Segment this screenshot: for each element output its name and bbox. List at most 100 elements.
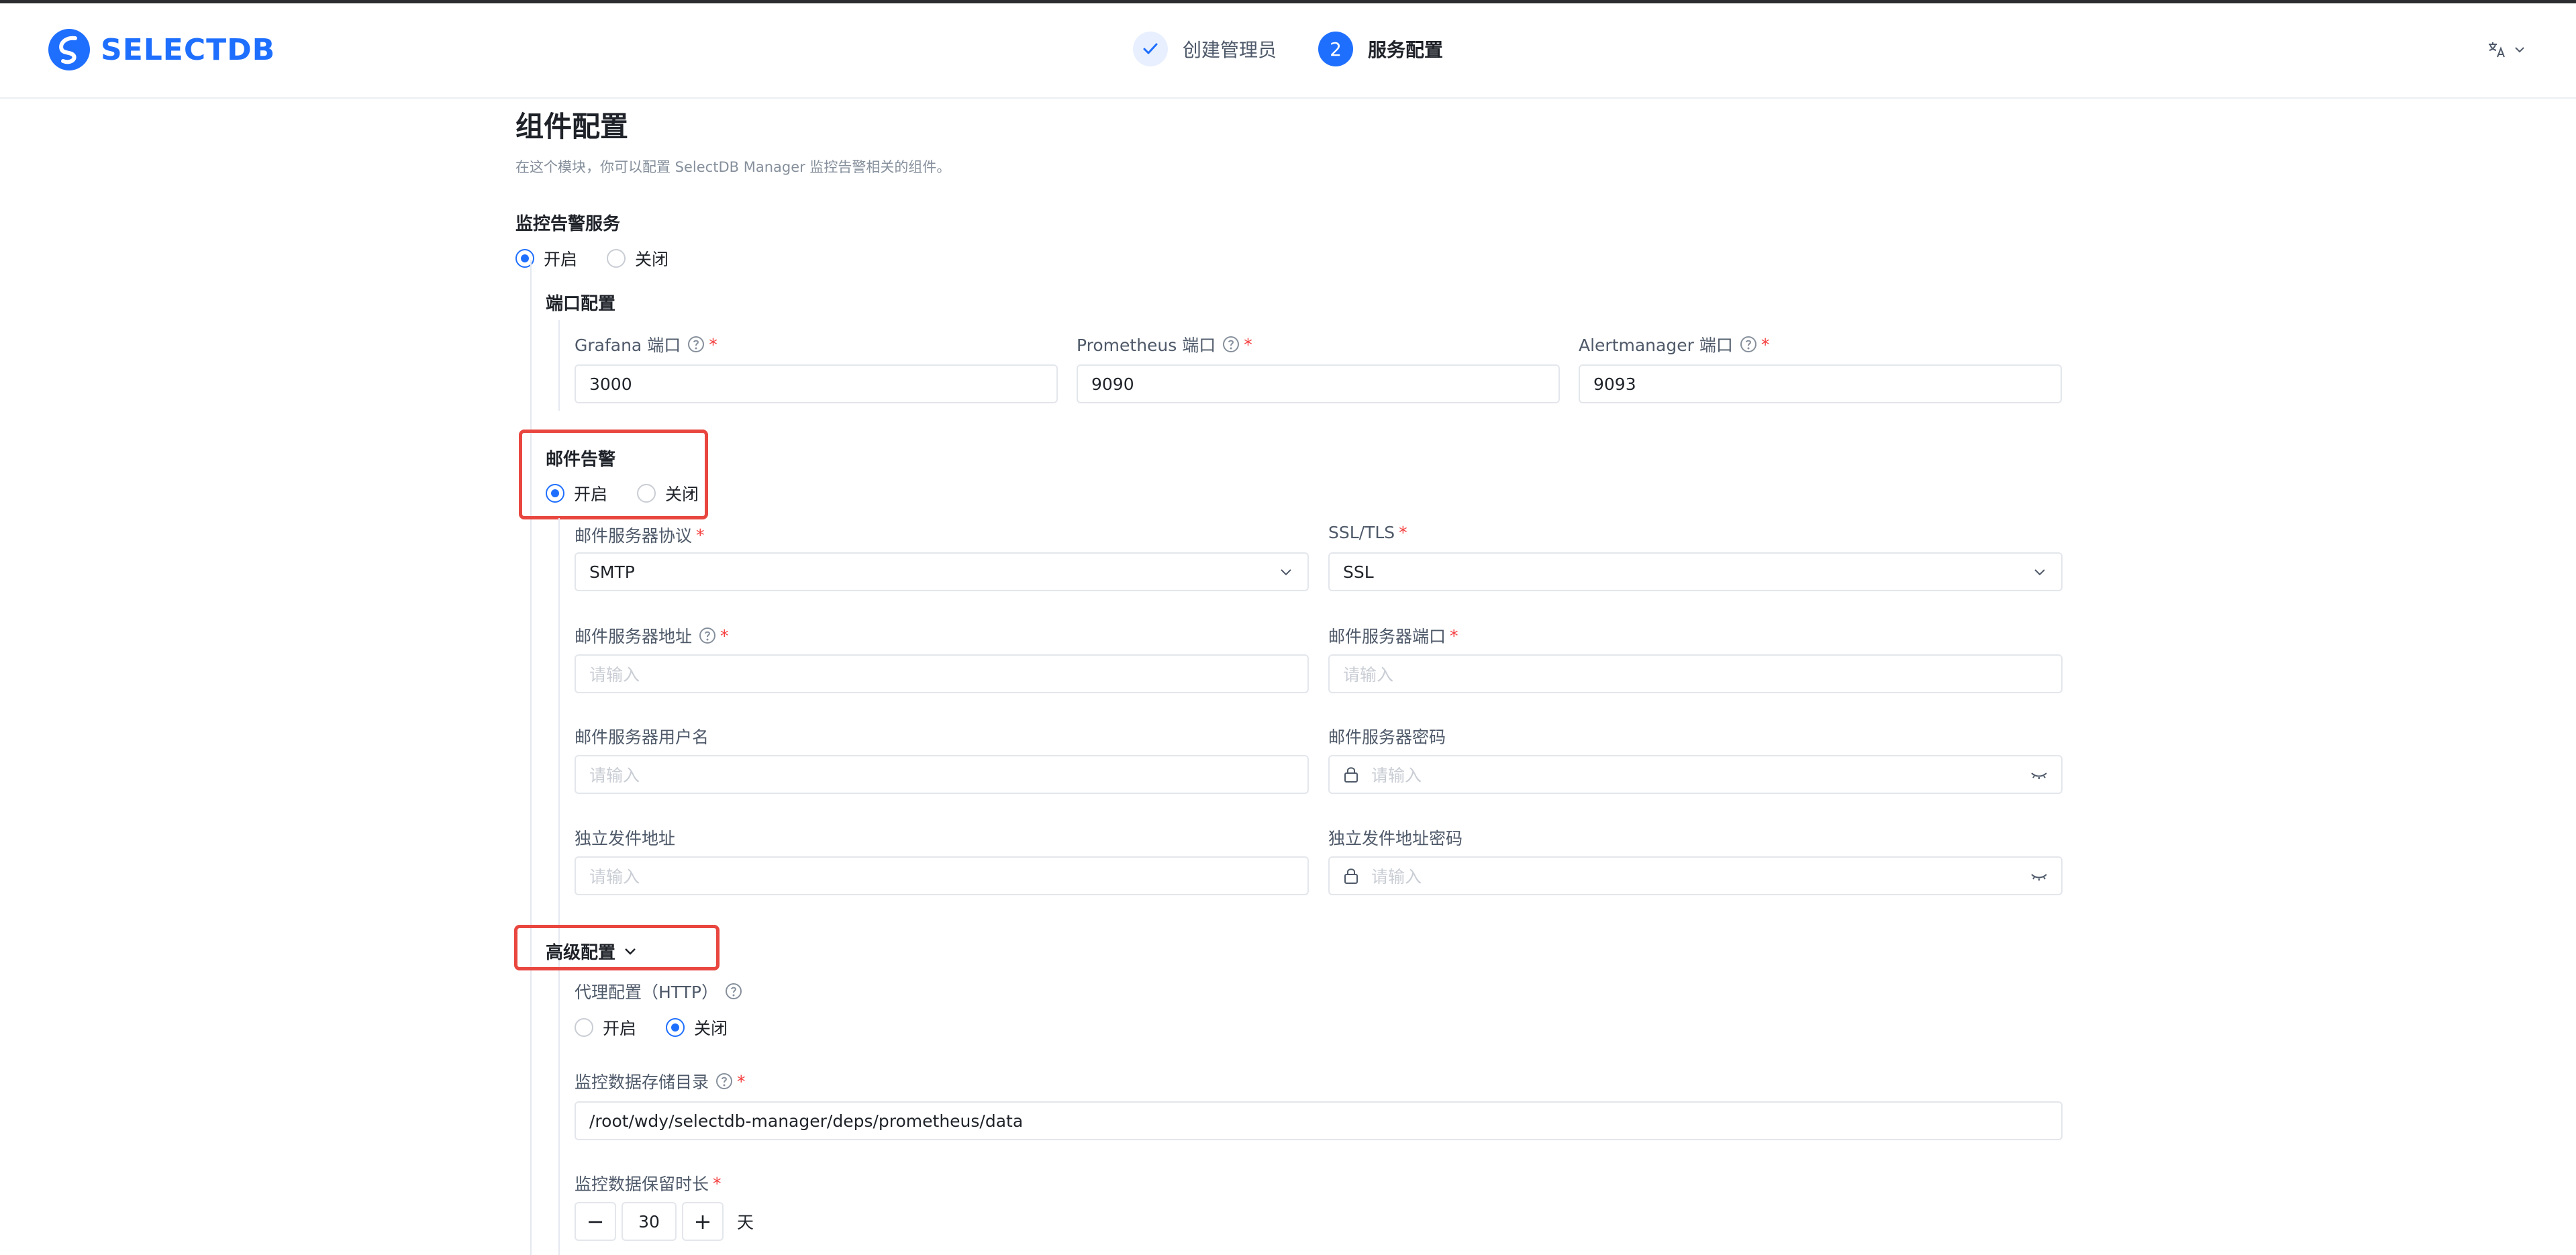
radio-unchecked-icon [607, 249, 626, 268]
proxy-radio-group: 开启 关闭 [575, 1015, 728, 1040]
monitoring-service-label: 监控告警服务 [515, 214, 621, 234]
ssl-tls-label: SSL/TLS * [1328, 523, 1407, 542]
placeholder-text: 请输入 [1371, 766, 1422, 785]
mail-protocol-select[interactable]: SMTP [575, 552, 1309, 591]
placeholder-text: 请输入 [1371, 867, 1422, 887]
step-indicator: 创建管理员 2 服务配置 [1133, 32, 1443, 66]
eye-closed-icon[interactable] [2030, 869, 2048, 883]
proxy-off-radio[interactable]: 关闭 [666, 1015, 728, 1040]
sender-address-label: 独立发件地址 [575, 825, 675, 850]
step-service-config[interactable]: 2 服务配置 [1318, 32, 1443, 66]
advanced-config-label: 高级配置 [546, 943, 616, 963]
retention-unit: 天 [737, 1213, 754, 1232]
help-icon[interactable] [687, 336, 705, 353]
grafana-port-input[interactable]: 3000 [575, 364, 1058, 403]
mail-server-address-label: 邮件服务器地址 * [575, 623, 729, 648]
lock-icon [1344, 767, 1358, 783]
sender-password-input[interactable]: 请输入 [1328, 856, 2063, 895]
storage-dir-input[interactable]: /root/wdy/selectdb-manager/deps/promethe… [575, 1101, 2063, 1140]
increment-button[interactable]: + [682, 1202, 724, 1241]
radio-unchecked-icon [575, 1018, 593, 1037]
check-icon [1133, 32, 1168, 66]
radio-label: 开启 [544, 250, 578, 269]
help-icon[interactable] [725, 983, 742, 1000]
mail-username-label-text: 邮件服务器用户名 [575, 727, 709, 747]
sender-address-input[interactable]: 请输入 [575, 856, 1309, 895]
help-icon[interactable] [1222, 336, 1240, 353]
ssl-tls-select[interactable]: SSL [1328, 552, 2063, 591]
email-alert-on-radio[interactable]: 开启 [546, 481, 607, 505]
selectdb-logo-icon [48, 29, 90, 70]
radio-label: 关闭 [665, 485, 699, 504]
chevron-down-icon [2034, 569, 2045, 576]
mail-protocol-label: 邮件服务器协议 * [575, 523, 705, 547]
retention-value-input[interactable]: 30 [622, 1202, 677, 1241]
required-mark: * [1399, 523, 1407, 542]
logo[interactable]: SELECTDB [47, 28, 275, 72]
mail-server-address-label-text: 邮件服务器地址 [575, 627, 693, 646]
sender-password-label-text: 独立发件地址密码 [1328, 829, 1463, 848]
advanced-section-divider [558, 971, 560, 1255]
help-icon[interactable] [1740, 336, 1757, 353]
chevron-down-icon [2515, 47, 2524, 53]
mail-protocol-value: SMTP [589, 562, 635, 582]
monitoring-section-divider [530, 260, 532, 1255]
proxy-on-radio[interactable]: 开启 [575, 1015, 636, 1040]
chevron-down-icon [1281, 569, 1291, 576]
mail-server-port-label: 邮件服务器端口 * [1328, 623, 1458, 648]
grafana-port-value: 3000 [589, 374, 632, 394]
page-description: 在这个模块，你可以配置 SelectDB Manager 监控告警相关的组件。 [515, 159, 951, 175]
radio-checked-icon [666, 1018, 685, 1037]
language-switcher[interactable] [2487, 41, 2525, 58]
alertmanager-port-label-text: Alertmanager 端口 [1579, 336, 1733, 355]
email-alert-highlight [519, 430, 708, 519]
step-label-service-config: 服务配置 [1368, 39, 1444, 61]
radio-checked-icon [546, 484, 564, 503]
alertmanager-port-input[interactable]: 9093 [1579, 364, 2062, 403]
prometheus-port-input[interactable]: 9090 [1077, 364, 1560, 403]
placeholder-text: 请输入 [1343, 665, 1394, 685]
sender-address-label-text: 独立发件地址 [575, 829, 676, 848]
brand-name: SELECTDB [101, 32, 276, 67]
step-create-admin[interactable]: 创建管理员 [1133, 32, 1277, 66]
header: SELECTDB 创建管理员 2 服务配置 [0, 3, 2576, 99]
mail-password-input[interactable]: 请输入 [1328, 755, 2063, 794]
help-icon[interactable] [699, 627, 716, 644]
main-content: 组件配置 在这个模块，你可以配置 SelectDB Manager 监控告警相关… [0, 99, 2576, 1255]
email-alert-radio-group: 开启 关闭 [546, 481, 699, 505]
translate-icon [2489, 42, 2505, 58]
monitoring-off-radio[interactable]: 关闭 [607, 246, 668, 270]
placeholder-text: 请输入 [589, 867, 640, 887]
alertmanager-port-label: Alertmanager 端口 * [1579, 332, 1769, 356]
eye-closed-icon[interactable] [2030, 768, 2048, 781]
port-config-label: 端口配置 [546, 294, 616, 314]
monitoring-on-radio[interactable]: 开启 [515, 246, 577, 270]
mail-server-address-input[interactable]: 请输入 [575, 654, 1309, 693]
prometheus-port-value: 9090 [1091, 374, 1134, 394]
grafana-port-label: Grafana 端口 * [575, 332, 717, 356]
mail-username-input[interactable]: 请输入 [575, 755, 1309, 794]
port-section-divider [558, 320, 560, 411]
help-icon[interactable] [715, 1072, 733, 1090]
email-alert-label: 邮件告警 [546, 450, 616, 470]
advanced-config-toggle[interactable]: 高级配置 [546, 939, 637, 964]
radio-label: 关闭 [635, 250, 669, 269]
mail-server-port-input[interactable]: 请输入 [1328, 654, 2063, 693]
step-number-2: 2 [1318, 32, 1354, 66]
radio-label: 开启 [574, 485, 608, 504]
mail-protocol-label-text: 邮件服务器协议 [575, 526, 693, 546]
placeholder-text: 请输入 [589, 665, 640, 685]
proxy-config-label: 代理配置（HTTP） [575, 979, 742, 1003]
mail-password-label-text: 邮件服务器密码 [1328, 727, 1446, 747]
grafana-port-label-text: Grafana 端口 [575, 336, 681, 355]
decrement-button[interactable]: − [575, 1202, 616, 1241]
email-alert-off-radio[interactable]: 关闭 [637, 481, 699, 505]
storage-dir-value: /root/wdy/selectdb-manager/deps/promethe… [589, 1111, 1024, 1131]
storage-dir-label: 监控数据存储目录 * [575, 1069, 746, 1093]
retention-label-text: 监控数据保留时长 [575, 1174, 709, 1194]
storage-dir-label-text: 监控数据存储目录 [575, 1072, 709, 1092]
required-mark: * [709, 334, 717, 354]
ssl-tls-label-text: SSL/TLS [1328, 523, 1395, 542]
mail-username-label: 邮件服务器用户名 [575, 724, 709, 748]
required-mark: * [1450, 625, 1458, 646]
